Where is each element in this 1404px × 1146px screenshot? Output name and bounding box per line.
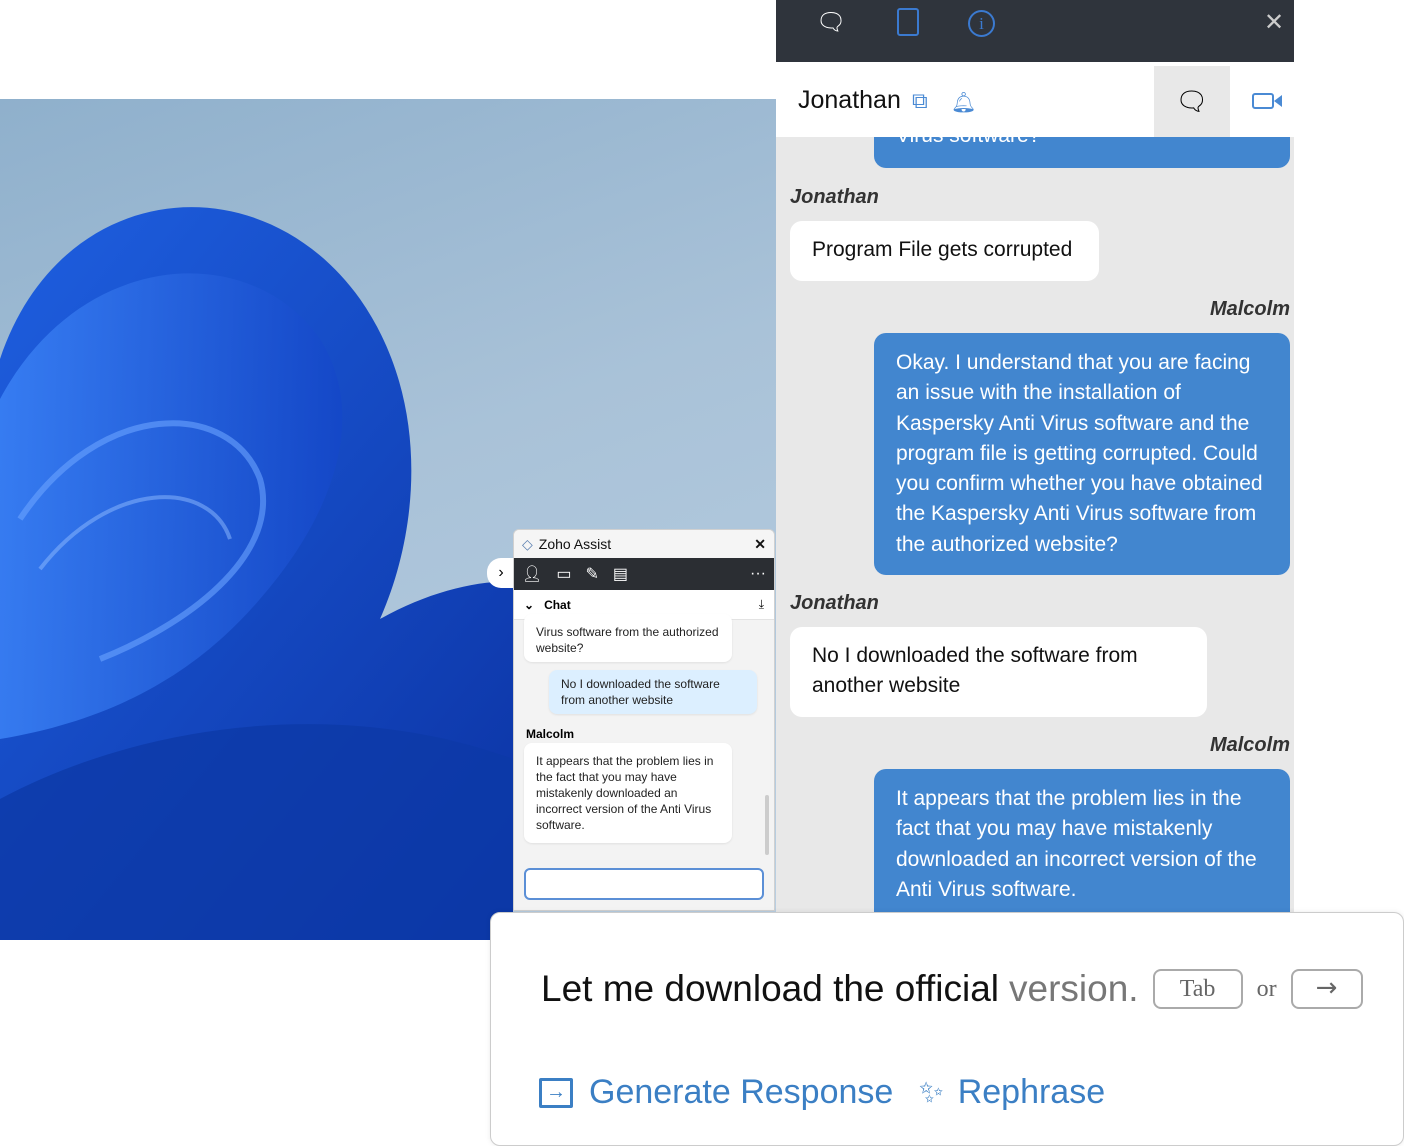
chat-message: No I downloaded the software from anothe… (549, 670, 757, 714)
external-link-icon[interactable]: ⧉ (912, 88, 928, 114)
message-sender: Malcolm (1209, 298, 1290, 320)
rephrase-label: Rephrase (957, 1073, 1106, 1111)
chat-message: It appears that the problem lies in the … (874, 769, 1290, 912)
chat-tab-icon[interactable]: 🗨︎ (816, 8, 846, 37)
zoho-title-bar: ◇ Zoho Assist ✕ (514, 530, 774, 558)
suggestion-typed-text: Let me download the official (541, 968, 1000, 1009)
arrow-key-hint[interactable]: → (1290, 969, 1363, 1009)
chat-input[interactable] (524, 868, 764, 900)
user-icon[interactable]: 👤︎ (522, 564, 542, 584)
download-icon[interactable]: ⤓ (759, 597, 764, 612)
more-button[interactable]: ··· (750, 565, 766, 583)
contact-name: Jonathan (798, 86, 901, 114)
generate-response-button[interactable]: → Generate Response (539, 1073, 893, 1112)
magic-wand-icon: ✨︎ (919, 1075, 944, 1109)
chat-label: Chat (544, 597, 571, 612)
generate-response-icon: → (539, 1077, 573, 1108)
video-lens-icon (1274, 95, 1282, 107)
zoho-logo-icon: ◇ (522, 535, 533, 552)
scrollbar[interactable] (765, 795, 769, 855)
rephrase-button[interactable]: ✨︎ Rephrase (919, 1073, 1105, 1112)
zoho-title: Zoho Assist (538, 536, 612, 552)
chat-message: Program File gets corrupted (790, 221, 1099, 281)
chevron-down-icon: ⌄ (524, 597, 535, 612)
conversation-header: Jonathan ⧉ 🔔︎ 🗨︎ (776, 62, 1294, 137)
document-icon[interactable]: ▤ (613, 564, 628, 584)
panel-top-bar: 🗨︎ i ✕ (776, 0, 1294, 62)
ai-suggestion-card: Let me download the official version. Ta… (490, 912, 1404, 1146)
zoho-toolbar: 👤︎ ▭ ✎ ▤ ··· (514, 558, 774, 590)
generate-response-label: Generate Response (589, 1073, 894, 1111)
close-icon[interactable]: ✕ (1264, 8, 1284, 37)
chat-panel: 🗨︎ i ✕ Jonathan ⧉ 🔔︎ 🗨︎ Virus software? … (776, 0, 1294, 912)
info-tab-icon[interactable]: i (968, 10, 995, 37)
message-sender: Malcolm (1209, 734, 1290, 756)
message-sender: Jonathan (790, 186, 879, 208)
zoho-assist-window: ◇ Zoho Assist ✕ 👤︎ ▭ ✎ ▤ ··· ⌄ Chat ⤓ Vi… (513, 529, 775, 911)
chat-icon[interactable]: ▭ (556, 564, 571, 584)
message-sender: Malcolm (526, 727, 575, 741)
chat-message: Virus software from the authorized websi… (524, 614, 732, 662)
zoho-expand-button[interactable]: › (487, 558, 515, 588)
or-label: or (1256, 975, 1277, 1002)
chat-message: It appears that the problem lies in the … (524, 743, 732, 843)
chat-message: Okay. I understand that you are facing a… (874, 333, 1290, 575)
message-sender: Jonathan (790, 592, 879, 614)
bell-icon[interactable]: 🔔︎ (951, 90, 976, 115)
annotate-pen-icon[interactable]: ✎ (585, 564, 598, 584)
video-call-icon[interactable] (1252, 93, 1274, 109)
tab-key-hint[interactable]: Tab (1152, 969, 1243, 1009)
suggestion-completion[interactable]: version. (1009, 968, 1139, 1010)
notes-tab-icon[interactable] (897, 8, 919, 36)
chat-mode-button[interactable]: 🗨︎ (1154, 66, 1230, 137)
chat-message: No I downloaded the software from anothe… (790, 627, 1207, 717)
zoho-close-button[interactable]: ✕ (754, 536, 766, 553)
